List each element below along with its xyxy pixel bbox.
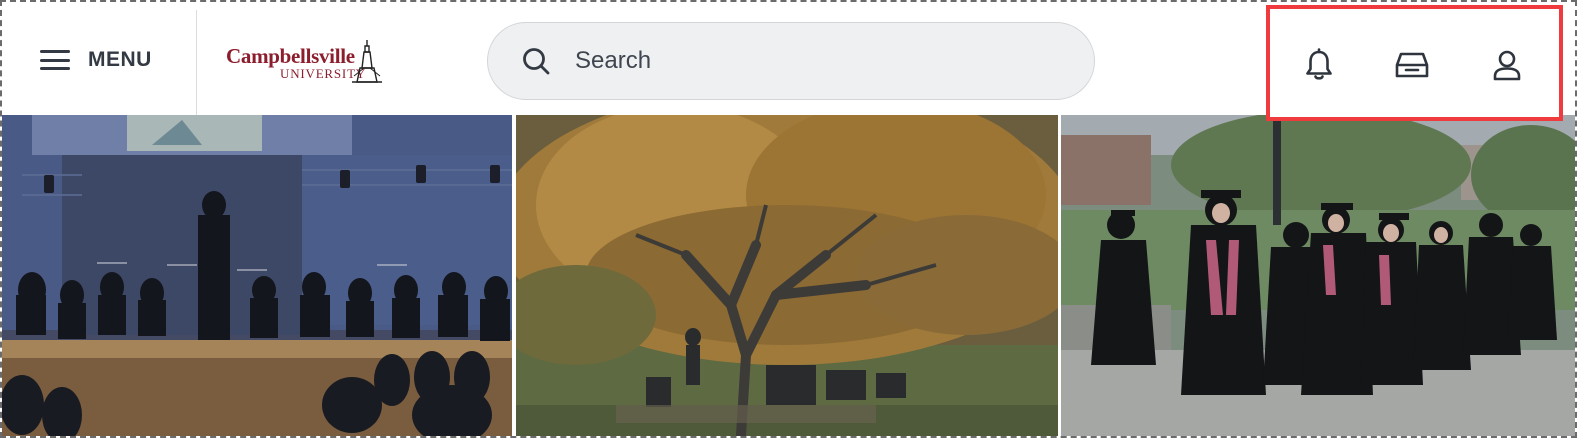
user-icon (1493, 50, 1521, 81)
logo-tower-icon (352, 40, 382, 83)
page-frame: MENU Campbellsville UNIVERSITY (0, 0, 1577, 438)
menu-button[interactable]: MENU (22, 32, 172, 88)
search-input[interactable] (573, 46, 1057, 76)
photo-graduation[interactable] (1061, 115, 1575, 436)
photo-tree[interactable] (516, 115, 1058, 436)
photo-band[interactable] (2, 115, 512, 436)
header-divider (196, 10, 197, 115)
notifications-button[interactable] (1301, 47, 1337, 83)
university-logo[interactable]: Campbellsville UNIVERSITY (224, 38, 389, 86)
inbox-button[interactable] (1394, 47, 1430, 83)
top-header: MENU Campbellsville UNIVERSITY (2, 2, 1575, 121)
menu-label: MENU (88, 48, 152, 71)
inbox-icon (1395, 52, 1429, 78)
autumn-tree-image (516, 115, 1058, 436)
bell-icon (1306, 48, 1332, 80)
search-bar[interactable] (487, 22, 1095, 100)
profile-button[interactable] (1489, 47, 1525, 83)
orchestra-image (2, 115, 512, 436)
header-actions (1266, 5, 1563, 121)
photo-strip (2, 115, 1575, 436)
search-icon (523, 48, 550, 75)
graduation-image (1061, 115, 1575, 436)
hamburger-icon (40, 50, 70, 70)
